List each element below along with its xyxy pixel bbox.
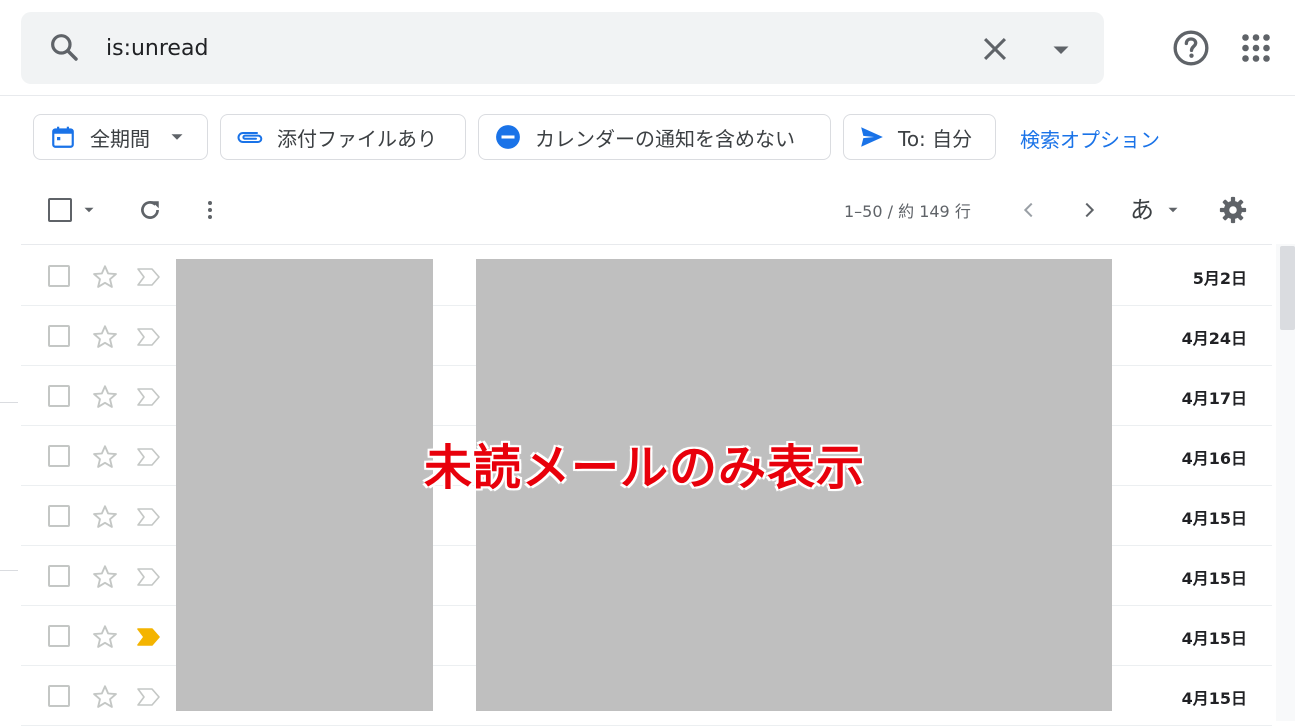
- star-icon[interactable]: [91, 503, 119, 531]
- row-date: 4月15日: [1181, 629, 1247, 648]
- search-input[interactable]: is:unread: [106, 36, 208, 62]
- row-checkbox[interactable]: [48, 565, 70, 587]
- star-icon[interactable]: [91, 263, 119, 291]
- search-icon[interactable]: [48, 31, 80, 63]
- row-date: 4月16日: [1181, 449, 1247, 468]
- has-attachment-label: 添付ファイルあり: [277, 126, 437, 151]
- to-prefix: To:: [898, 126, 926, 151]
- pagination-range: 1–50 / 約 149 行: [844, 202, 971, 221]
- has-attachment-chip[interactable]: 添付ファイルあり: [220, 114, 466, 160]
- importance-marker-icon[interactable]: [135, 326, 163, 348]
- importance-marker-icon[interactable]: [135, 506, 163, 528]
- input-tools-dropdown-icon[interactable]: [1164, 201, 1182, 219]
- close-icon[interactable]: [978, 32, 1012, 66]
- to-me-label: To: 自分: [898, 123, 972, 152]
- refresh-icon[interactable]: [136, 196, 164, 224]
- importance-marker-icon[interactable]: [135, 386, 163, 408]
- calendar-icon: [52, 126, 74, 148]
- send-icon: [861, 127, 883, 147]
- overlay-caption: 未読メールのみ表示: [424, 440, 866, 496]
- left-edge-divider: [0, 570, 18, 571]
- scrollbar-thumb[interactable]: [1280, 246, 1295, 330]
- row-checkbox[interactable]: [48, 685, 70, 707]
- advanced-search-link[interactable]: 検索オプション: [1020, 124, 1160, 153]
- importance-marker-icon[interactable]: [135, 686, 163, 708]
- row-date: 4月15日: [1181, 569, 1247, 588]
- importance-marker-icon[interactable]: [135, 566, 163, 588]
- star-icon[interactable]: [91, 563, 119, 591]
- row-date: 4月17日: [1181, 389, 1247, 408]
- date-range-label: 全期間: [90, 126, 150, 151]
- row-checkbox[interactable]: [48, 325, 70, 347]
- row-date: 5月2日: [1192, 269, 1247, 288]
- star-icon[interactable]: [91, 383, 119, 411]
- row-checkbox[interactable]: [48, 505, 70, 527]
- more-vert-icon[interactable]: [198, 196, 222, 224]
- row-date: 4月15日: [1181, 689, 1247, 708]
- to-me-chip[interactable]: To: 自分: [843, 114, 996, 160]
- star-icon[interactable]: [91, 683, 119, 711]
- select-dropdown-icon[interactable]: [80, 201, 98, 219]
- row-checkbox[interactable]: [48, 385, 70, 407]
- row-date: 4月24日: [1181, 329, 1247, 348]
- header-divider: [0, 95, 1295, 96]
- apps-grid-icon[interactable]: [1238, 30, 1274, 66]
- dropdown-arrow-icon[interactable]: [1046, 32, 1076, 66]
- importance-marker-icon[interactable]: [135, 626, 163, 648]
- date-range-chip[interactable]: 全期間: [33, 114, 208, 160]
- left-edge-divider: [0, 402, 18, 403]
- row-date: 4月15日: [1181, 509, 1247, 528]
- select-all-checkbox[interactable]: [48, 198, 72, 222]
- importance-marker-icon[interactable]: [135, 266, 163, 288]
- chevron-right-icon[interactable]: [1078, 198, 1100, 222]
- to-value: 自分: [925, 126, 973, 151]
- importance-marker-icon[interactable]: [135, 446, 163, 468]
- star-icon[interactable]: [91, 443, 119, 471]
- chevron-down-icon: [171, 134, 183, 140]
- settings-gear-icon[interactable]: [1218, 195, 1248, 225]
- row-checkbox[interactable]: [48, 265, 70, 287]
- row-checkbox[interactable]: [48, 445, 70, 467]
- redacted-sender-block: [176, 259, 433, 711]
- list-top-divider: [21, 244, 1272, 245]
- exclude-calendar-chip[interactable]: カレンダーの通知を含めない: [478, 114, 831, 160]
- chevron-left-icon[interactable]: [1018, 198, 1040, 222]
- paperclip-icon: [237, 132, 263, 143]
- input-tools-button[interactable]: あ: [1130, 196, 1154, 224]
- row-checkbox[interactable]: [48, 625, 70, 647]
- star-icon[interactable]: [91, 323, 119, 351]
- exclude-calendar-label: カレンダーの通知を含めない: [535, 126, 795, 151]
- star-icon[interactable]: [91, 623, 119, 651]
- help-icon[interactable]: [1171, 28, 1211, 68]
- minus-circle-icon: [496, 125, 520, 149]
